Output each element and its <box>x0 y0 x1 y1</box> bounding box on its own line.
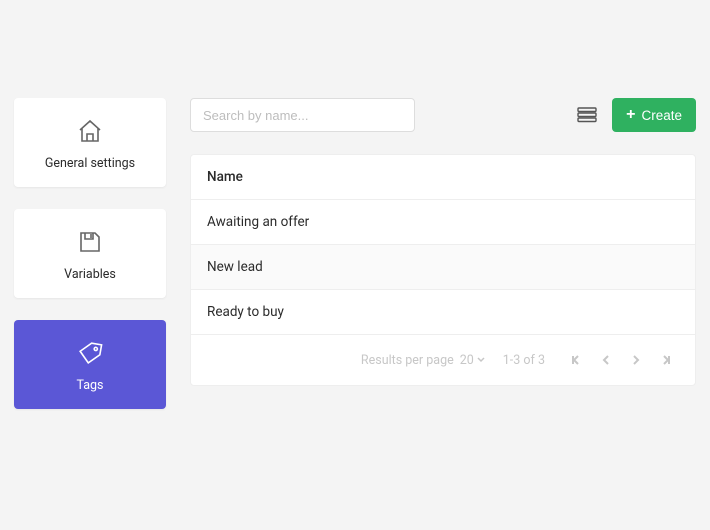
home-icon <box>76 116 104 146</box>
sidebar-item-label: Variables <box>64 267 116 282</box>
sidebar-item-variables[interactable]: Variables <box>14 209 166 298</box>
toolbar: + Create <box>190 98 696 132</box>
results-per-page-select[interactable]: 20 <box>460 353 485 368</box>
page-first-button[interactable] <box>563 347 589 373</box>
sidebar: General settings Variables Tags <box>14 98 166 409</box>
results-per-page-label: Results per page <box>361 353 454 368</box>
table-row[interactable]: New lead <box>191 245 695 290</box>
table-footer: Results per page 20 1-3 of 3 <box>191 335 695 385</box>
table-header-name: Name <box>191 155 695 200</box>
plus-icon: + <box>626 107 635 123</box>
save-icon <box>77 227 103 257</box>
sidebar-item-tags[interactable]: Tags <box>14 320 166 409</box>
main-content: + Create Name Awaiting an offer New lead… <box>190 98 696 409</box>
tags-table: Name Awaiting an offer New lead Ready to… <box>190 154 696 386</box>
table-row[interactable]: Ready to buy <box>191 290 695 335</box>
search-input[interactable] <box>190 98 415 132</box>
table-row[interactable]: Awaiting an offer <box>191 200 695 245</box>
sidebar-item-general-settings[interactable]: General settings <box>14 98 166 187</box>
sidebar-item-label: General settings <box>45 156 135 171</box>
create-button[interactable]: + Create <box>612 98 696 132</box>
page-last-button[interactable] <box>653 347 679 373</box>
chevron-down-icon <box>477 356 485 364</box>
tag-icon <box>76 338 104 368</box>
page-prev-button[interactable] <box>593 347 619 373</box>
pagination-range: 1-3 of 3 <box>503 353 545 368</box>
sidebar-item-label: Tags <box>76 378 103 393</box>
page-next-button[interactable] <box>623 347 649 373</box>
list-view-icon[interactable] <box>574 102 600 128</box>
create-button-label: Create <box>641 108 682 123</box>
